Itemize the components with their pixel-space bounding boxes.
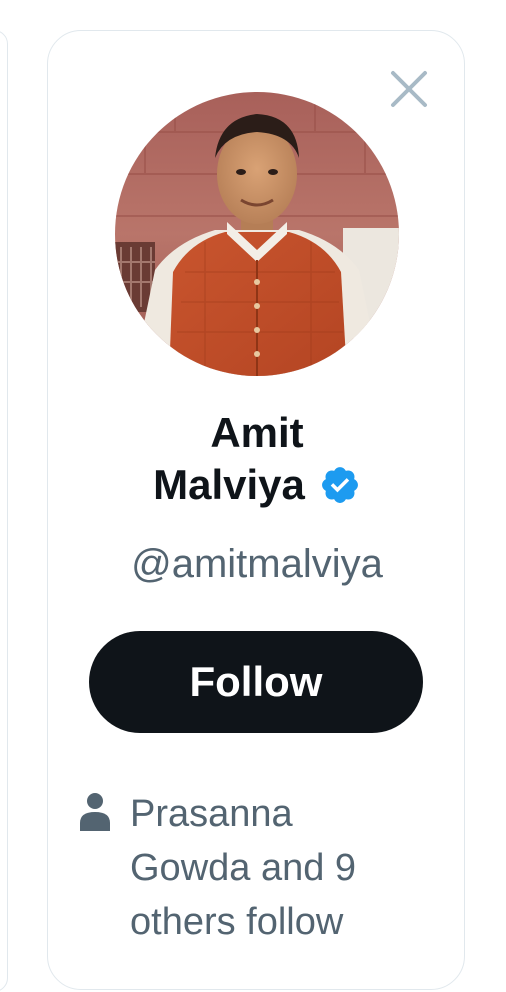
profile-photo [115, 92, 399, 376]
display-name[interactable]: Amit Malviya [48, 407, 466, 511]
follow-button[interactable]: Follow [89, 631, 423, 733]
display-name-second-row: Malviya [48, 459, 466, 511]
avatar[interactable] [115, 92, 399, 376]
followed-by-context[interactable]: Prasanna Gowda and 9 others follow [78, 787, 448, 949]
dismiss-button[interactable] [388, 68, 430, 110]
who-to-follow-card: Amit Malviya @amitmalviya Follow Prasann… [47, 30, 465, 990]
followed-by-text: Prasanna Gowda and 9 others follow [130, 793, 357, 943]
username-handle[interactable]: @amitmalviya [48, 539, 466, 589]
person-icon [80, 793, 110, 831]
display-name-last: Malviya [153, 461, 305, 508]
display-name-first: Amit [210, 409, 304, 456]
verified-badge-icon [319, 464, 361, 506]
previous-card-edge [0, 30, 8, 992]
close-icon [391, 71, 427, 107]
